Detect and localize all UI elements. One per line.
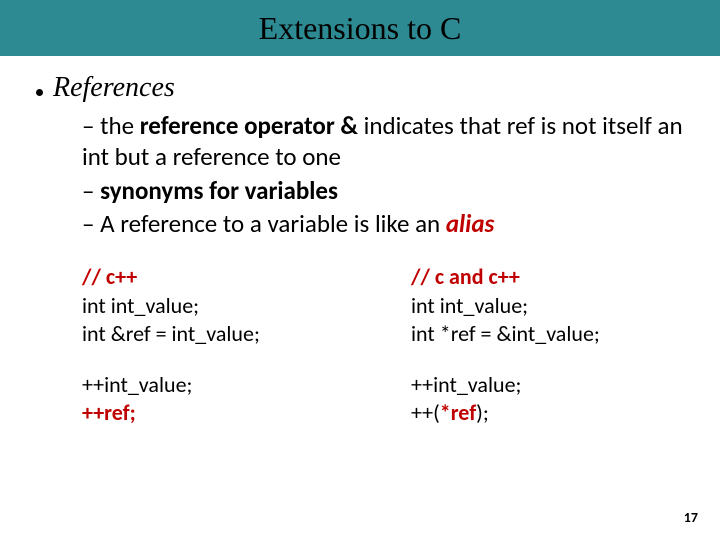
sub1-bold: reference operator & <box>140 110 358 141</box>
sub-item-3: – A reference to a variable is like an a… <box>82 208 690 239</box>
code-left-l1: int int_value; <box>82 292 361 321</box>
code-left-l2: int &ref = int_value; <box>82 320 361 349</box>
page-number: 17 <box>684 509 698 526</box>
code-left-head: // c++ <box>82 263 361 292</box>
code-col-left: // c++ int int_value; int &ref = int_val… <box>82 263 361 428</box>
sub3-alias: alias <box>446 208 495 239</box>
bullet-icon <box>36 89 43 96</box>
code-left-l4: ++ref; <box>82 399 361 428</box>
code-right-l4: ++(*ref); <box>411 399 690 428</box>
slide-title: Extensions to C <box>259 10 462 47</box>
code-right-l1: int int_value; <box>411 292 690 321</box>
sub-item-1: – the reference operator & indicates tha… <box>82 110 690 173</box>
sub1-prefix: – the <box>82 110 140 141</box>
code-right-spacer <box>411 349 690 371</box>
heading-text: References <box>53 72 175 104</box>
code-right-l4c: ); <box>476 399 489 426</box>
heading-row: References <box>36 72 690 104</box>
sub3-prefix: – A reference to a variable is like an <box>82 208 446 239</box>
slide-content: References – the reference operator & in… <box>0 56 720 428</box>
sub2-bold: synonyms for variables <box>100 175 338 206</box>
code-right-l4a: ++( <box>411 399 440 426</box>
code-right-l3: ++int_value; <box>411 371 690 400</box>
code-col-right: // c and c++ int int_value; int *ref = &… <box>411 263 690 428</box>
code-columns: // c++ int int_value; int &ref = int_val… <box>82 263 690 428</box>
code-right-l2: int *ref = &int_value; <box>411 320 690 349</box>
code-right-l4b: *ref <box>440 399 476 426</box>
code-right-head: // c and c++ <box>411 263 690 292</box>
sub-bullet-list: – the reference operator & indicates tha… <box>82 110 690 239</box>
code-left-l3: ++int_value; <box>82 371 361 400</box>
code-left-spacer <box>82 349 361 371</box>
sub-item-2: – synonyms for variables <box>82 175 690 206</box>
title-bar: Extensions to C <box>0 0 720 56</box>
sub2-prefix: – <box>82 175 100 206</box>
